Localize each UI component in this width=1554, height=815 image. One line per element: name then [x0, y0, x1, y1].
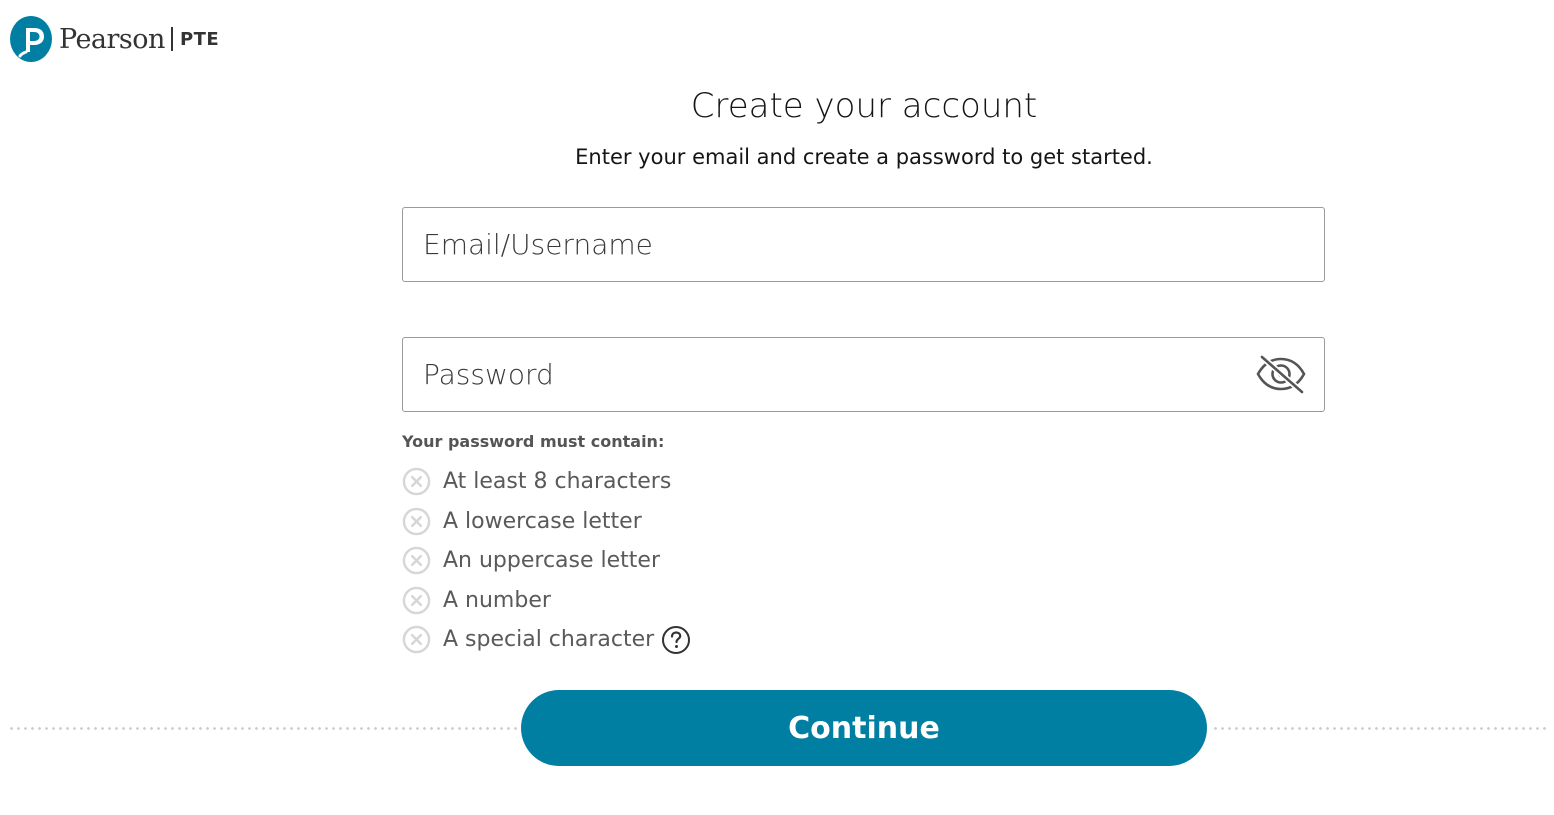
question-circle-icon[interactable] [661, 625, 691, 655]
dotted-divider-right [1212, 727, 1550, 730]
show-password-toggle[interactable] [1256, 351, 1306, 397]
logo-divider [170, 27, 173, 51]
requirement-uppercase: An uppercase letter [402, 541, 691, 581]
requirement-label: A lowercase letter [443, 508, 642, 534]
pearson-logo-icon [10, 16, 52, 62]
requirement-number: A number [402, 581, 691, 621]
requirement-label: An uppercase letter [443, 548, 661, 574]
x-circle-icon [402, 507, 431, 536]
product-name: PTE [179, 28, 220, 50]
page-title: Create your account [690, 86, 1038, 126]
requirement-label: A number [443, 587, 551, 613]
requirement-special-character: A special character [402, 620, 691, 660]
continue-button[interactable]: Continue [521, 690, 1207, 766]
email-field-container [402, 207, 1325, 282]
page-subtitle: Enter your email and create a password t… [575, 145, 1153, 169]
create-account-page: Pearson PTE Create your account Enter yo… [0, 0, 1554, 815]
pearson-pte-logo[interactable]: Pearson PTE [10, 16, 219, 62]
password-field-container [402, 337, 1325, 412]
requirement-label: At least 8 characters [443, 469, 672, 495]
requirement-lowercase: A lowercase letter [402, 502, 691, 542]
x-circle-icon [402, 586, 431, 615]
email-field[interactable] [423, 208, 1243, 281]
requirement-label: A special character [443, 627, 655, 653]
x-circle-icon [402, 625, 431, 654]
x-circle-icon [402, 467, 431, 496]
password-field[interactable] [423, 338, 1243, 411]
requirement-min-length: At least 8 characters [402, 462, 691, 502]
x-circle-icon [402, 546, 431, 575]
password-requirements-list: At least 8 characters A lowercase letter… [402, 462, 691, 660]
eye-slash-icon [1256, 354, 1306, 394]
password-requirements-heading: Your password must contain: [402, 432, 665, 451]
dotted-divider-left [8, 727, 520, 730]
brand-name: Pearson [59, 23, 165, 55]
